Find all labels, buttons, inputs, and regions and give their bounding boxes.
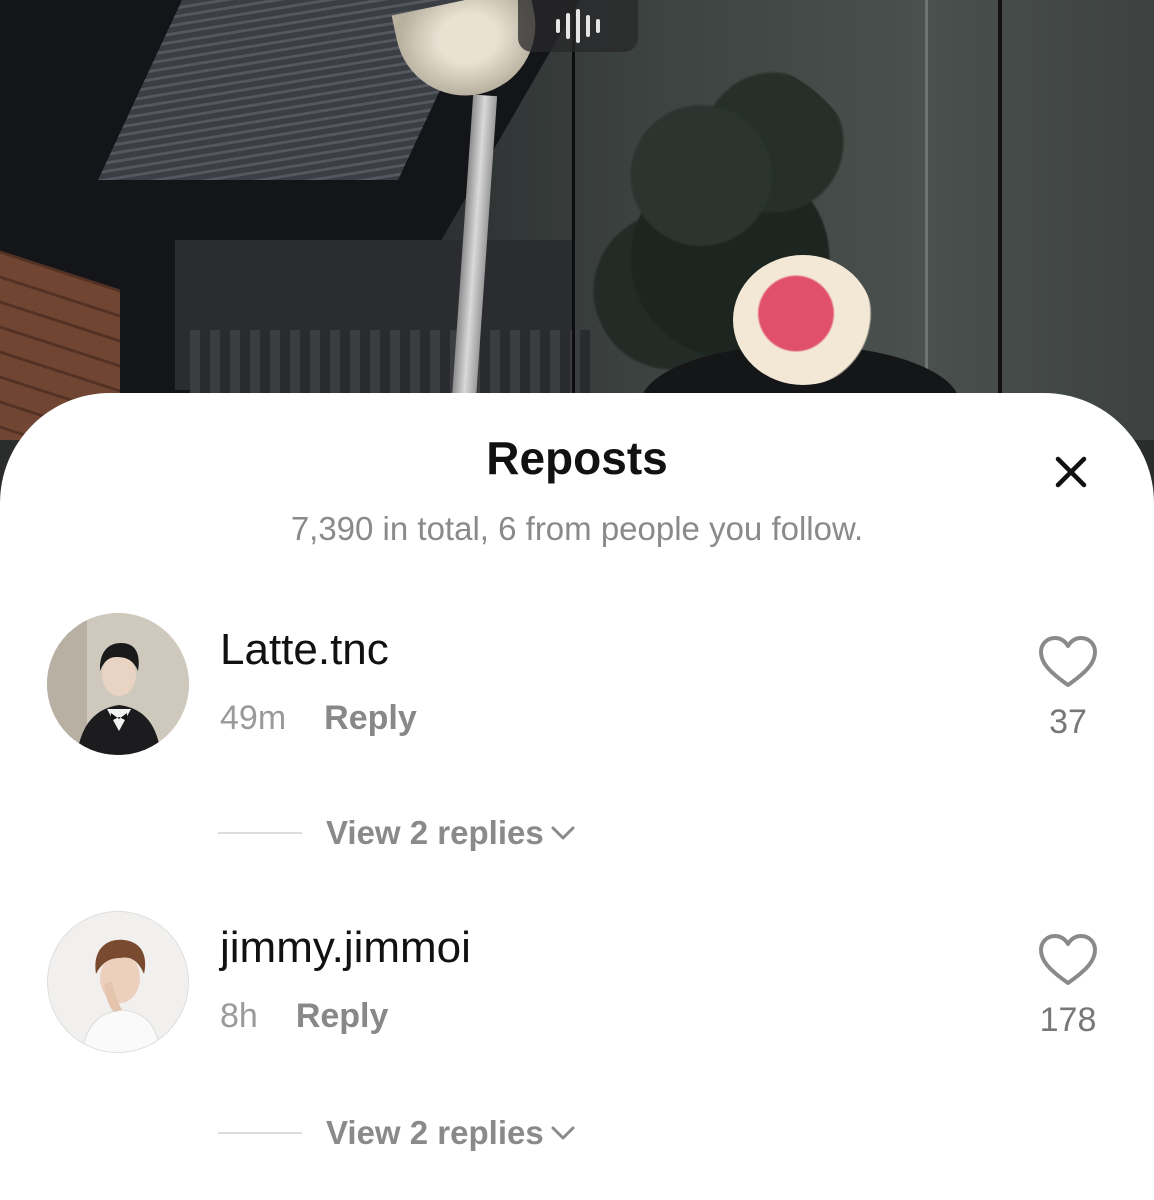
view-replies-button[interactable]: View 2 replies <box>218 813 576 853</box>
heart-lamp <box>733 255 873 385</box>
avatar[interactable] <box>47 911 189 1053</box>
like-button[interactable]: 178 <box>1028 933 1108 1040</box>
like-count: 178 <box>1039 1001 1097 1039</box>
reposts-sheet: Reposts 7,390 in total, 6 from people yo… <box>0 393 1154 1200</box>
username[interactable]: Latte.tnc <box>220 625 389 675</box>
view-replies-label: View 2 replies <box>326 1114 544 1151</box>
heart-icon <box>1039 934 1097 985</box>
sheet-title: Reposts <box>486 432 668 484</box>
reposts-summary: 7,390 in total, 6 from people you follow… <box>290 510 864 547</box>
username[interactable]: jimmy.jimmoi <box>220 923 471 973</box>
view-replies-label: View 2 replies <box>326 814 544 851</box>
divider <box>218 832 302 834</box>
heart-icon <box>1039 636 1097 687</box>
video-background <box>0 0 1154 440</box>
view-replies-button[interactable]: View 2 replies <box>218 1113 576 1153</box>
timestamp: 8h <box>220 997 258 1035</box>
list-item: Latte.tnc 49m Reply 37 <box>0 613 1154 763</box>
chevron-down-icon <box>551 826 575 840</box>
like-count: 37 <box>1049 703 1087 741</box>
comment-meta: 49m Reply <box>220 699 417 738</box>
audio-bars-icon[interactable] <box>518 0 638 52</box>
cable <box>998 0 1002 420</box>
divider <box>218 1132 302 1134</box>
like-button[interactable]: 37 <box>1028 635 1108 742</box>
cable <box>925 0 928 420</box>
comment-meta: 8h Reply <box>220 997 388 1036</box>
close-icon[interactable] <box>1046 449 1096 495</box>
cable <box>572 0 575 420</box>
timestamp: 49m <box>220 699 287 737</box>
reply-button[interactable]: Reply <box>324 699 417 738</box>
reply-button[interactable]: Reply <box>296 997 389 1036</box>
chevron-down-icon <box>551 1126 575 1140</box>
list-item: jimmy.jimmoi 8h Reply 178 <box>0 911 1154 1061</box>
avatar[interactable] <box>47 613 189 755</box>
